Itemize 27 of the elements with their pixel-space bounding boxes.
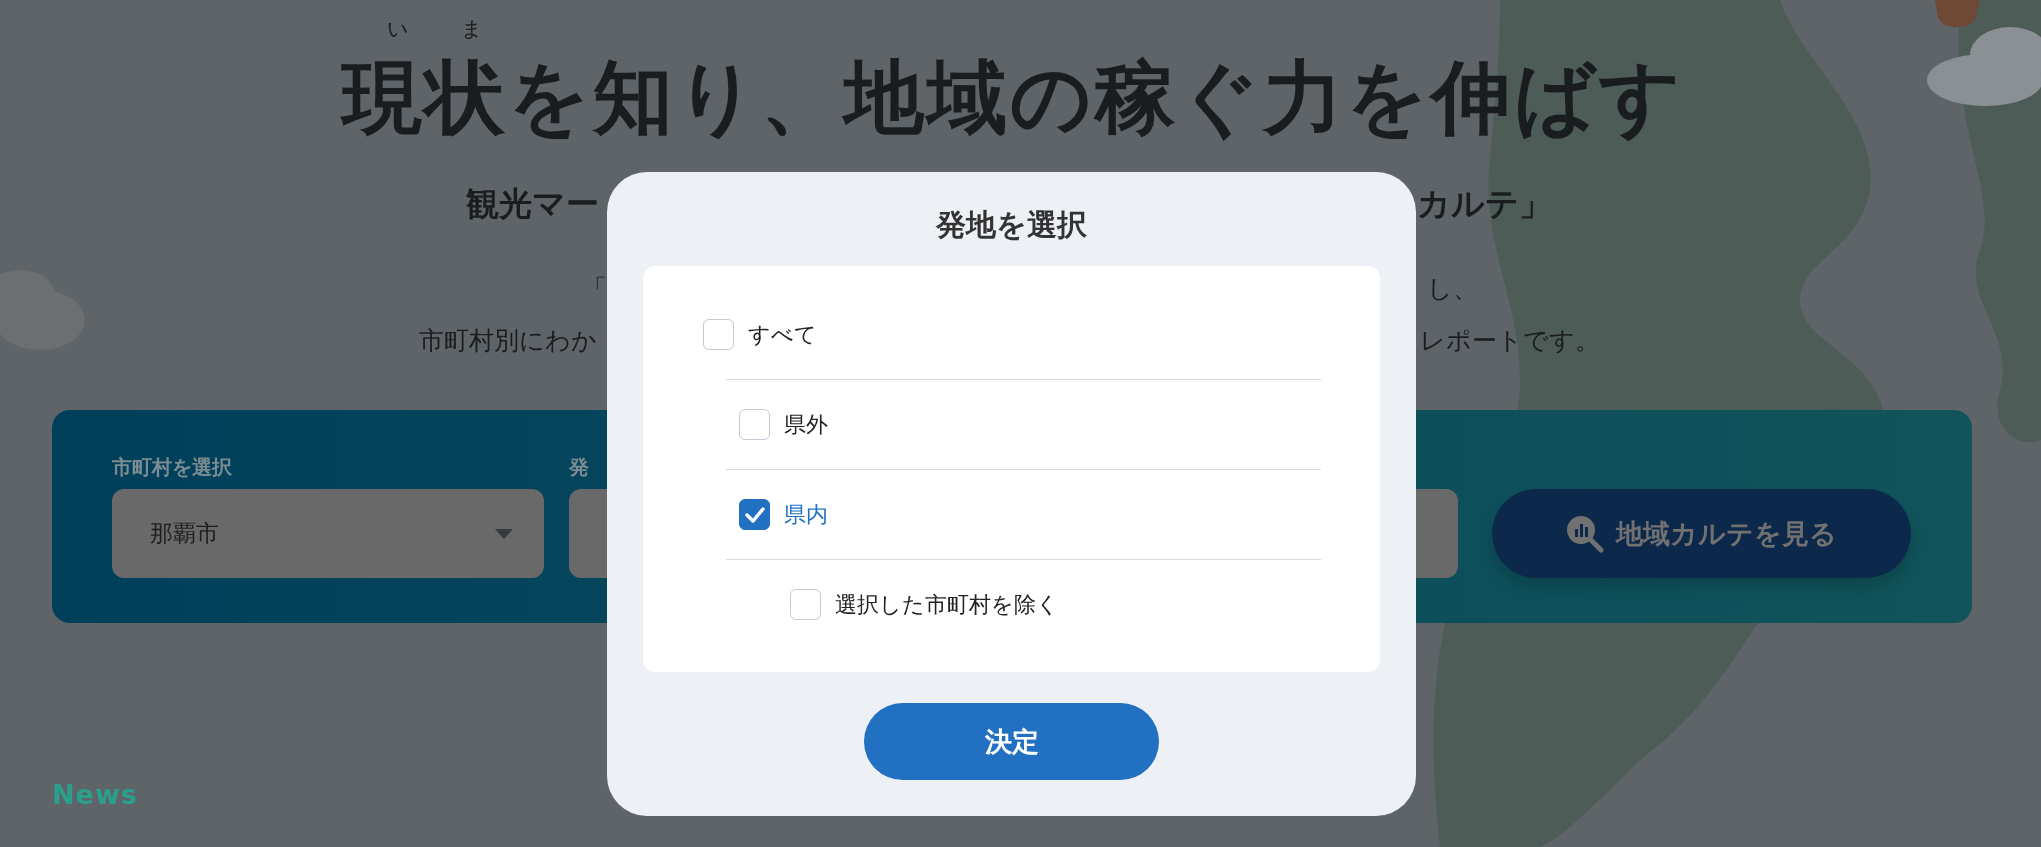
subtitle-text: カルテ」 [1417, 183, 1552, 225]
checkbox[interactable] [790, 589, 821, 620]
dropdown[interactable]: 那覇市 [112, 489, 544, 578]
option-label: すべて [748, 320, 817, 349]
description-text: 「 [582, 273, 607, 305]
option-label: 県内 [784, 500, 828, 529]
section-label: News [52, 779, 138, 810]
option-label: 県外 [784, 410, 828, 439]
caret-icon [494, 527, 514, 540]
checkbox[interactable] [739, 409, 770, 440]
view-report-button[interactable]: 地域カルテを見る [1492, 489, 1911, 578]
field-label: 発 [569, 455, 589, 479]
description-text: レポートです。 [1420, 325, 1600, 357]
description-text: 市町村別にわか [419, 325, 597, 357]
check-icon [744, 506, 765, 523]
checkbox[interactable] [703, 319, 734, 350]
ruby-text: ま [461, 16, 483, 43]
description-text: し、 [1427, 273, 1478, 305]
field-label: 市町村を選択 [112, 455, 232, 479]
subtitle-text: 観光マー [466, 183, 599, 225]
ruby-text: い [387, 16, 409, 43]
page-title: 現状を知り、地域の稼ぐ力を伸ばす [339, 50, 1684, 146]
confirm-button[interactable]: 決定 [864, 703, 1159, 780]
dialog-title: 発地を選択 [936, 206, 1087, 244]
option-label: 選択した市町村を除く [835, 590, 1059, 619]
chart-search-icon [1566, 514, 1604, 553]
checkbox[interactable] [739, 499, 770, 530]
